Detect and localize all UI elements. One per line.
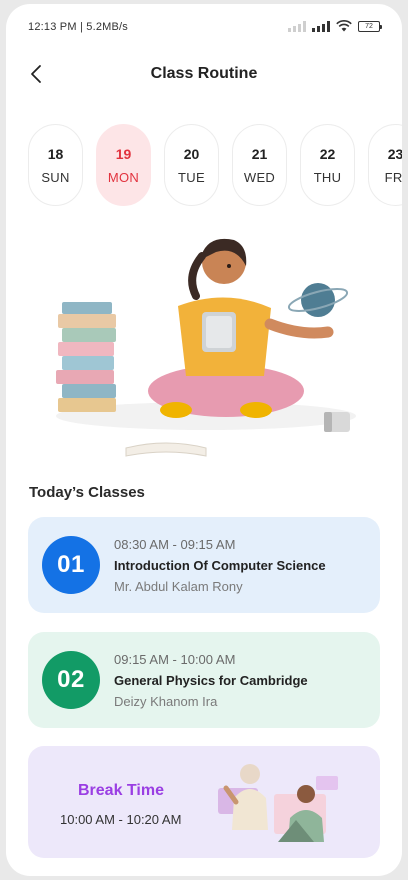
- day-number: 21: [251, 145, 268, 162]
- book-stack-icon: [56, 302, 116, 412]
- student-illustration: [56, 238, 356, 457]
- day-item-tue[interactable]: 20 TUE: [164, 124, 219, 206]
- day-name: MON: [107, 169, 140, 185]
- class-time: 08:30 AM - 09:15 AM: [114, 536, 236, 552]
- day-name: THU: [313, 169, 342, 185]
- break-title: Break Time: [78, 782, 164, 799]
- day-number: 18: [47, 145, 64, 162]
- wifi-icon: [336, 20, 352, 32]
- day-item-fri[interactable]: 23 FRI: [368, 124, 402, 206]
- battery-icon: 72: [358, 20, 382, 32]
- class-index-badge: 02: [42, 651, 100, 709]
- day-item-wed[interactable]: 21 WED: [232, 124, 287, 206]
- status-bar: 12:13 PM | 5.2MB/s 72: [6, 4, 402, 48]
- day-selector: 18 SUN 19 MON 20 TUE 21 WED 22 THU 23 FR…: [28, 124, 402, 208]
- section-title: Today’s Classes: [29, 484, 145, 501]
- class-subject: Introduction Of Computer Science: [114, 557, 326, 573]
- status-icons: 72: [288, 20, 382, 32]
- class-card[interactable]: 01 08:30 AM - 09:15 AM Introduction Of C…: [28, 517, 380, 613]
- battery-level: 72: [365, 22, 373, 30]
- day-name: SUN: [41, 169, 70, 185]
- break-time: 10:00 AM - 10:20 AM: [60, 812, 182, 827]
- planet-icon: [287, 283, 349, 317]
- class-teacher: Deizy Khanom Ira: [114, 693, 218, 709]
- day-name: WED: [243, 169, 276, 185]
- signal-weak-icon: [288, 20, 306, 32]
- class-time: 09:15 AM - 10:00 AM: [114, 651, 236, 667]
- day-name: TUE: [178, 169, 205, 185]
- teachers-illustration: [218, 764, 338, 842]
- day-item-thu[interactable]: 22 THU: [300, 124, 355, 206]
- day-number: 19: [115, 145, 132, 162]
- day-number: 22: [319, 145, 336, 162]
- phone-screen: 12:13 PM | 5.2MB/s 72 Class Routine 18 S…: [6, 4, 402, 876]
- day-number: 20: [183, 145, 200, 162]
- class-details: 08:30 AM - 09:15 AM Introduction Of Comp…: [114, 537, 326, 594]
- break-card[interactable]: Break Time 10:00 AM - 10:20 AM: [28, 746, 380, 858]
- class-card[interactable]: 02 09:15 AM - 10:00 AM General Physics f…: [28, 632, 380, 728]
- day-name: FRI: [384, 169, 402, 185]
- class-subject: General Physics for Cambridge: [114, 672, 308, 688]
- day-item-mon[interactable]: 19 MON: [96, 124, 151, 206]
- chevron-left-icon: [31, 65, 41, 83]
- day-number: 23: [387, 145, 402, 162]
- signal-icon: [312, 20, 330, 32]
- page-title: Class Routine: [150, 65, 258, 82]
- day-item-sun[interactable]: 18 SUN: [28, 124, 83, 206]
- back-button[interactable]: [22, 60, 50, 88]
- class-teacher: Mr. Abdul Kalam Rony: [114, 578, 243, 594]
- header: Class Routine: [6, 54, 402, 94]
- status-time-speed: 12:13 PM | 5.2MB/s: [28, 21, 129, 33]
- class-details: 09:15 AM - 10:00 AM General Physics for …: [114, 652, 308, 709]
- class-index-badge: 01: [42, 536, 100, 594]
